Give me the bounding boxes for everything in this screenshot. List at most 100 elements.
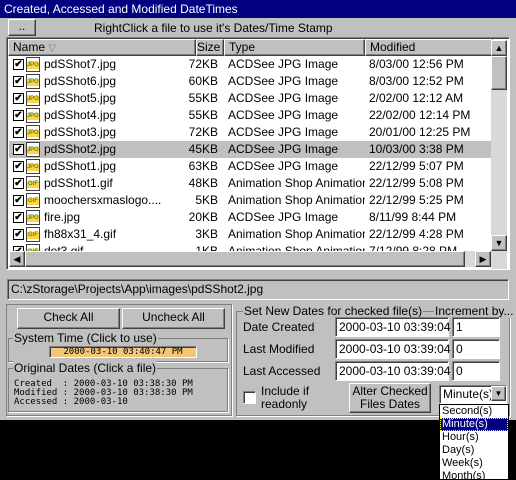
image-file-icon: JPG: [26, 210, 40, 225]
row-checkbox[interactable]: ✔: [13, 76, 24, 87]
new-dates-label: Set New Dates for checked file(s): [243, 304, 424, 318]
last-modified-label: Last Modified: [243, 342, 315, 356]
include-readonly-checkbox[interactable]: [243, 391, 256, 404]
last-modified-field[interactable]: 2000-03-10 03:39:04: [335, 339, 450, 359]
row-checkbox[interactable]: ✔: [13, 144, 24, 155]
column-header-name-label: Name: [13, 40, 46, 54]
sort-arrow-icon: ▽: [48, 43, 57, 54]
accessed-increment-field[interactable]: 0: [452, 361, 500, 381]
table-row[interactable]: ✔ GIF fh88x31_4.gif 3KB Animation Shop Anima…: [9, 226, 491, 243]
column-header-size[interactable]: Size: [196, 39, 224, 56]
file-modified: 22/12/99 4:28 PM: [369, 227, 464, 241]
file-type-badge: JPG: [27, 113, 39, 120]
file-modified: 10/03/00 3:38 PM: [369, 142, 464, 156]
image-file-icon: GIF: [26, 193, 40, 208]
unit-option[interactable]: Second(s): [440, 405, 508, 418]
row-checkbox[interactable]: ✔: [13, 161, 24, 172]
date-created-label: Date Created: [243, 320, 315, 334]
row-checkbox[interactable]: ✔: [13, 59, 24, 70]
file-size: 63KB: [188, 159, 218, 173]
hscroll-thumb[interactable]: [25, 251, 465, 267]
file-size: 45KB: [188, 142, 218, 156]
table-row[interactable]: ✔ JPG pdSShot7.jpg 72KB ACDSee JPG Image 8/03…: [9, 56, 491, 73]
created-increment-field[interactable]: 1: [452, 317, 500, 337]
scroll-thumb[interactable]: [491, 56, 507, 90]
image-file-icon: GIF: [26, 176, 40, 191]
table-row[interactable]: ✔ JPG fire.jpg 20KB ACDSee JPG Image 8/11/99 …: [9, 209, 491, 226]
scroll-down-icon[interactable]: ▼: [491, 235, 507, 251]
increment-unit-value: Minute(s): [443, 387, 494, 401]
row-checkbox[interactable]: ✔: [13, 195, 24, 206]
image-file-icon: JPG: [26, 91, 40, 106]
last-accessed-label: Last Accessed: [243, 364, 321, 378]
alter-dates-button[interactable]: Alter Checked Files Dates: [349, 383, 431, 413]
browse-button[interactable]: ..: [8, 19, 36, 36]
scroll-right-icon[interactable]: ▶: [475, 251, 491, 267]
row-checkbox[interactable]: ✔: [13, 212, 24, 223]
chevron-down-icon[interactable]: ▼: [491, 386, 506, 401]
image-file-icon: JPG: [26, 108, 40, 123]
file-type: ACDSee JPG Image: [228, 210, 339, 224]
original-accessed: Accessed : 2000-03-10: [14, 397, 128, 407]
file-size: 60KB: [188, 74, 218, 88]
table-row[interactable]: ✔ JPG pdSShot1.jpg 63KB ACDSee JPG Image 22/1…: [9, 158, 491, 175]
file-type-badge: JPG: [27, 147, 39, 154]
unit-option[interactable]: Hour(s): [440, 431, 508, 444]
file-type-badge: JPG: [27, 79, 39, 86]
vertical-scrollbar[interactable]: ▲ ▼: [491, 40, 507, 269]
increment-unit-select[interactable]: Minute(s) ▼: [439, 385, 507, 404]
date-created-field[interactable]: 2000-03-10 03:39:04: [335, 317, 450, 337]
file-type-badge: JPG: [27, 164, 39, 171]
row-checkbox[interactable]: ✔: [13, 110, 24, 121]
image-file-icon: JPG: [26, 125, 40, 140]
last-accessed-field[interactable]: 2000-03-10 03:39:04: [335, 361, 450, 381]
file-type: ACDSee JPG Image: [228, 125, 339, 139]
table-row[interactable]: ✔ GIF pdSShot1.gif 48KB Animation Shop Anima…: [9, 175, 491, 192]
modified-increment-field[interactable]: 0: [452, 339, 500, 359]
include-readonly-label-2: readonly: [261, 397, 308, 411]
unit-option[interactable]: Day(s): [440, 444, 508, 457]
image-file-icon: JPG: [26, 74, 40, 89]
file-list[interactable]: Name ▽ Size Type Modified ✔ JPG pdSShot7.j…: [6, 37, 510, 270]
file-modified: 22/12/99 5:08 PM: [369, 176, 464, 190]
table-row[interactable]: ✔ GIF moochersxmaslogo.... 5KB Animation Sho…: [9, 192, 491, 209]
scroll-left-icon[interactable]: ◀: [9, 251, 25, 267]
row-checkbox[interactable]: ✔: [13, 178, 24, 189]
path-field[interactable]: C:\zStorage\Projects\App\images\pdSShot2…: [7, 279, 509, 300]
row-checkbox[interactable]: ✔: [13, 229, 24, 240]
unit-option[interactable]: Minute(s): [440, 418, 508, 431]
unit-dropdown-list[interactable]: Second(s) Minute(s) Hour(s) Day(s) Week(s) Mo…: [439, 404, 509, 480]
file-type-badge: JPG: [27, 96, 39, 103]
file-type: ACDSee JPG Image: [228, 142, 339, 156]
table-row[interactable]: ✔ JPG pdSShot5.jpg 55KB ACDSee JPG Image 2/02…: [9, 90, 491, 107]
title-bar: Created, Accessed and Modified DateTimes: [0, 0, 516, 18]
file-size: 72KB: [188, 125, 218, 139]
file-type: Animation Shop Animation: [228, 176, 365, 190]
horizontal-scrollbar[interactable]: ◀ ▶: [9, 251, 491, 267]
table-row[interactable]: ✔ JPG pdSShot4.jpg 55KB ACDSee JPG Image 22/0…: [9, 107, 491, 124]
system-time-label: System Time (Click to use): [13, 331, 158, 345]
file-type-badge: JPG: [27, 62, 39, 69]
system-time-display[interactable]: 2000-03-10 03:40:47 PM: [49, 346, 197, 358]
table-row[interactable]: ✔ JPG pdSShot2.jpg 45KB ACDSee JPG Image 10/0…: [9, 141, 491, 158]
file-type: ACDSee JPG Image: [228, 159, 339, 173]
image-file-icon: JPG: [26, 57, 40, 72]
row-checkbox[interactable]: ✔: [13, 127, 24, 138]
main-window: Created, Accessed and Modified DateTimes…: [0, 0, 516, 420]
scroll-up-icon[interactable]: ▲: [491, 40, 507, 56]
unit-option[interactable]: Week(s): [440, 457, 508, 470]
file-type-badge: GIF: [27, 198, 39, 205]
uncheck-all-button[interactable]: Uncheck All: [122, 308, 225, 329]
check-all-button[interactable]: Check All: [17, 308, 120, 329]
column-header-modified[interactable]: Modified: [365, 39, 493, 56]
include-readonly-label-1: Include if: [261, 384, 310, 398]
column-header-type[interactable]: Type: [224, 39, 365, 56]
column-header-name[interactable]: Name ▽: [8, 39, 196, 56]
unit-option[interactable]: Month(s): [440, 470, 508, 479]
file-modified: 22/12/99 5:07 PM: [369, 159, 464, 173]
file-type: ACDSee JPG Image: [228, 57, 339, 71]
row-checkbox[interactable]: ✔: [13, 93, 24, 104]
table-row[interactable]: ✔ JPG pdSShot6.jpg 60KB ACDSee JPG Image 8/03…: [9, 73, 491, 90]
file-size: 55KB: [188, 91, 218, 105]
table-row[interactable]: ✔ JPG pdSShot3.jpg 72KB ACDSee JPG Image 20/0…: [9, 124, 491, 141]
